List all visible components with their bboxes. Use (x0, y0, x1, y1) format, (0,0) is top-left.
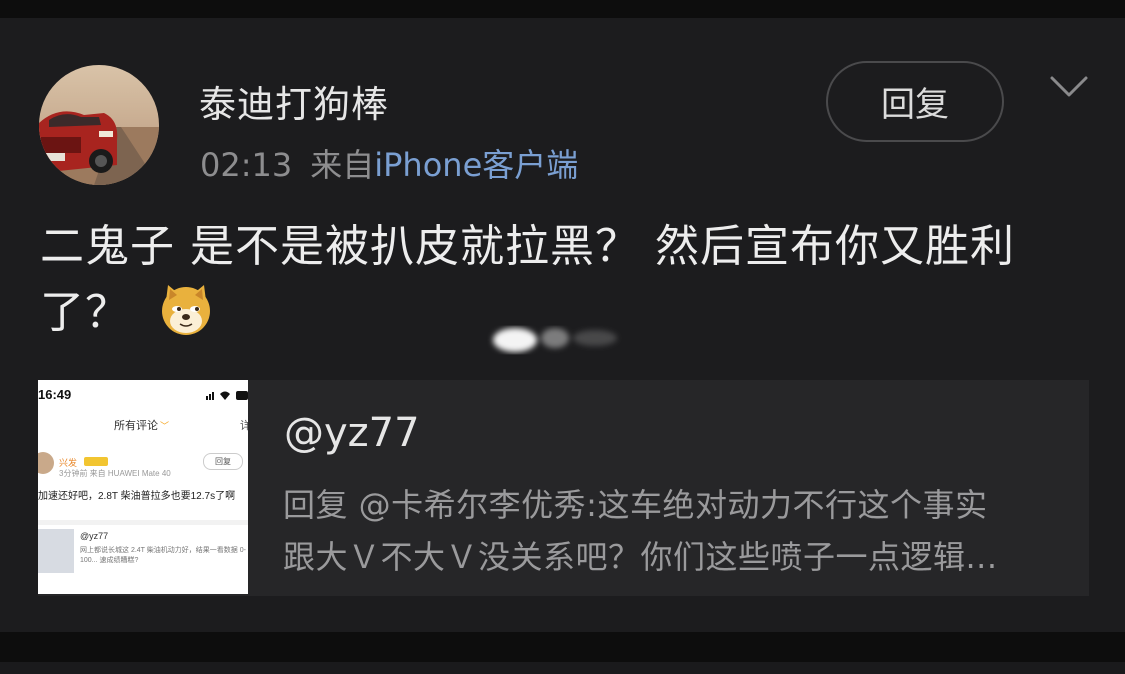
thumb-avatar (38, 452, 54, 474)
thumb-quoted-image (38, 529, 74, 573)
thumb-corner-text: 详 (240, 420, 248, 432)
chevron-down-icon[interactable] (1049, 72, 1089, 102)
post-time: 02:13 (200, 146, 293, 184)
doge-emoji-icon (162, 285, 210, 335)
watermark-blur (493, 328, 617, 352)
source-link[interactable]: iPhone客户端 (374, 146, 578, 184)
author-name[interactable]: 泰迪打狗棒 (199, 74, 389, 128)
post-text-line-1: 二鬼子 是不是被扒皮就拉黑？ 然后宣布你又胜利 (40, 221, 1015, 272)
status-bar-icons (206, 391, 248, 400)
thumb-quoted-handle: @yz77 (80, 531, 109, 541)
quoted-author-handle[interactable]: @yz77 (284, 410, 420, 456)
next-card-edge (0, 662, 1125, 674)
thumb-quoted-text: 网上都说长城这 2.4T 柴油机动力好，结果一看数据 0-100... 速成绩糟… (80, 547, 246, 564)
bottom-separator (0, 632, 1125, 662)
thumb-divider (38, 520, 248, 525)
quoted-post-card[interactable]: 16:49 所有评论 ﹀ 详 兴发 3分钟前 来自 HUAWEI Mate 40 … (38, 380, 1089, 596)
thumb-tab-all-comments: 所有评论 ﹀ (114, 417, 169, 433)
thumb-vip-badge-icon (84, 457, 108, 466)
post-text-line-2-text: 了？ (40, 287, 130, 338)
quoted-text-line-2: 跟大Ｖ不大Ｖ没关系吧？你们这些喷子一点逻辑... (283, 538, 998, 576)
author-avatar[interactable] (39, 65, 159, 185)
thumb-meta: 3分钟前 来自 HUAWEI Mate 40 (59, 469, 171, 478)
thumb-status-time: 16:49 (38, 387, 72, 402)
reply-button-label: 回复 (881, 85, 949, 125)
quoted-text-line-1: 回复 @卡希尔李优秀:这车绝对动力不行这个事实 (283, 486, 988, 524)
post-meta: 02:13 来自iPhone客户端 (200, 140, 578, 186)
thumb-reply-button: 回复 (203, 453, 243, 470)
reply-button[interactable]: 回复 (826, 61, 1004, 142)
thumb-comment-text: 加速还好吧，2.8T 柴油普拉多也要12.7s了啊 (38, 491, 236, 502)
quoted-post-thumbnail[interactable]: 16:49 所有评论 ﹀ 详 兴发 3分钟前 来自 HUAWEI Mate 40 … (38, 380, 248, 594)
source-prefix: 来自 (310, 146, 375, 184)
top-separator (0, 0, 1125, 18)
thumb-tab-label: 所有评论 (114, 420, 158, 432)
car-photo-avatar-image (39, 65, 159, 185)
thumb-caret-icon: ﹀ (160, 421, 170, 431)
